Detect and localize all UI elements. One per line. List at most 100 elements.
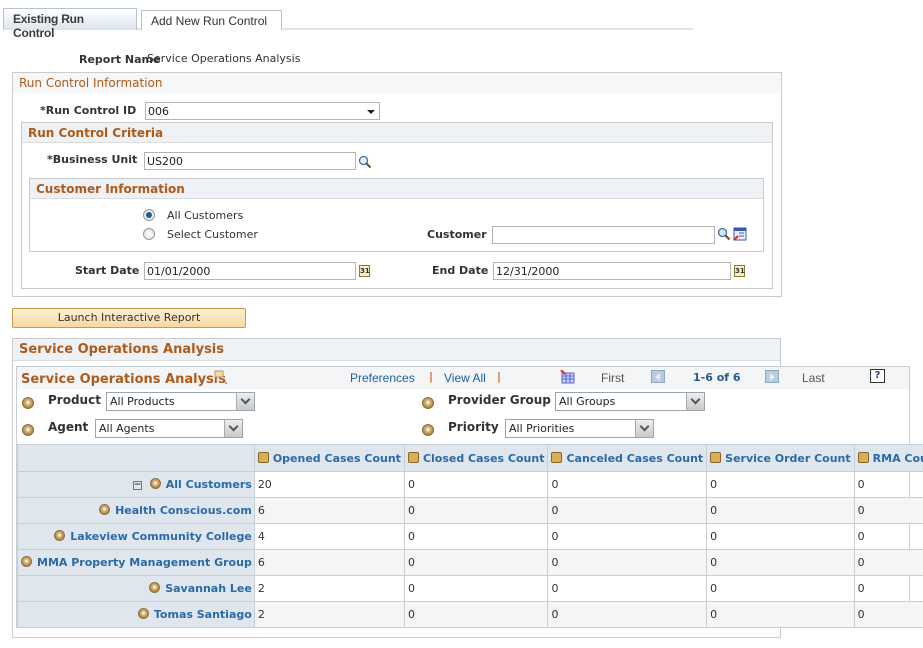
- cell: 0: [706, 471, 855, 498]
- column-header[interactable]: RMA Count: [853, 444, 923, 472]
- start-date-input[interactable]: 01/01/2000: [144, 262, 356, 280]
- tab-existing-run-control[interactable]: Existing Run Control: [3, 8, 137, 40]
- calendar-icon[interactable]: 31: [359, 265, 370, 277]
- row-link[interactable]: MMA Property Management Group: [37, 556, 252, 569]
- select-customer-radio[interactable]: [143, 228, 155, 240]
- grid-header-row: Opened Cases Count Closed Cases Count Ca…: [17, 444, 923, 472]
- search-icon[interactable]: [717, 227, 731, 241]
- arrow-left-icon: [655, 373, 660, 381]
- tab-bar: Existing Run Control Add New Run Control: [3, 8, 693, 40]
- table-row: MMA Property Management Group 6 0 0 0 0: [17, 549, 923, 576]
- all-customers-radio[interactable]: [143, 209, 155, 221]
- end-date-input[interactable]: 12/31/2000: [493, 262, 731, 280]
- chevron-down-icon: [635, 420, 653, 437]
- collapse-icon[interactable]: −: [132, 481, 142, 490]
- row-link[interactable]: Savannah Lee: [165, 582, 252, 595]
- row-link[interactable]: Tomas Santiago: [154, 608, 252, 621]
- run-control-id-select[interactable]: 006: [145, 102, 380, 120]
- cell: 0: [706, 575, 855, 602]
- cell: 0: [403, 497, 549, 524]
- customer-label: Customer: [427, 228, 487, 241]
- cell: 2: [253, 601, 405, 628]
- row-header: − All Customers: [17, 471, 255, 498]
- previous-button[interactable]: [651, 370, 665, 383]
- dimension-icon[interactable]: [22, 424, 34, 436]
- cell: 0: [547, 601, 708, 628]
- row-link[interactable]: Lakeview Community College: [70, 530, 252, 543]
- cell: 0: [853, 497, 923, 524]
- customer-input[interactable]: [492, 226, 715, 244]
- dimension-icon[interactable]: [149, 582, 161, 593]
- dimension-icon[interactable]: [422, 397, 434, 409]
- cell: 0: [853, 575, 923, 602]
- cell: 0: [547, 575, 708, 602]
- dimension-icon[interactable]: [422, 424, 434, 436]
- row-header: Tomas Santiago: [17, 601, 255, 628]
- cell: 0: [547, 471, 708, 498]
- priority-filter-label: Priority: [448, 420, 499, 434]
- chevron-down-icon: [367, 110, 375, 114]
- cell: 0: [547, 497, 708, 524]
- service-operations-analysis-section-title: Service Operations Analysis: [13, 339, 780, 361]
- calendar-icon[interactable]: 31: [734, 265, 745, 277]
- agent-filter-select[interactable]: All Agents: [95, 419, 243, 438]
- search-icon[interactable]: [358, 155, 372, 169]
- business-unit-input[interactable]: US200: [144, 152, 356, 170]
- cell: 0: [403, 575, 549, 602]
- dimension-icon[interactable]: [22, 397, 34, 409]
- start-date-value: 01/01/2000: [147, 265, 211, 278]
- table-row: Health Conscious.com 6 0 0 0 0: [17, 497, 923, 524]
- column-header[interactable]: Opened Cases Count: [253, 444, 405, 472]
- first-link[interactable]: First: [601, 371, 624, 385]
- analysis-grid: Opened Cases Count Closed Cases Count Ca…: [17, 444, 923, 628]
- pivot-options-icon[interactable]: [213, 370, 227, 384]
- dimension-icon[interactable]: [137, 608, 149, 619]
- all-customers-label: All Customers: [167, 209, 244, 222]
- customer-information-title: Customer Information: [30, 179, 763, 199]
- tab-add-new-run-control[interactable]: Add New Run Control: [141, 10, 282, 30]
- dimension-icon[interactable]: [99, 504, 111, 515]
- chevron-down-icon: [224, 420, 242, 437]
- product-filter-label: Product: [48, 393, 101, 407]
- cell: 0: [853, 471, 923, 498]
- row-link[interactable]: Health Conscious.com: [115, 504, 252, 517]
- launch-interactive-report-button[interactable]: Launch Interactive Report: [12, 308, 246, 328]
- end-date-label: End Date: [432, 264, 489, 277]
- provider-group-filter-value: All Groups: [559, 395, 616, 408]
- cell: 0: [403, 549, 549, 576]
- measure-icon: [257, 451, 269, 463]
- column-header[interactable]: Closed Cases Count: [403, 444, 549, 472]
- dimension-icon[interactable]: [21, 556, 32, 567]
- row-link[interactable]: All Customers: [166, 478, 252, 491]
- select-customer-label: Select Customer: [167, 228, 258, 241]
- cell: 0: [706, 601, 855, 628]
- chevron-down-icon: [236, 393, 254, 410]
- measure-icon: [407, 451, 419, 463]
- report-name-value: Service Operations Analysis: [147, 52, 301, 65]
- run-control-criteria-title: Run Control Criteria: [22, 123, 772, 143]
- last-link[interactable]: Last: [802, 371, 825, 385]
- detail-view-icon[interactable]: [733, 227, 747, 241]
- measure-icon: [551, 451, 563, 463]
- download-to-excel-icon[interactable]: [560, 370, 576, 384]
- run-control-id-value: 006: [148, 105, 169, 118]
- product-filter-value: All Products: [110, 395, 175, 408]
- priority-filter-value: All Priorities: [509, 422, 575, 435]
- column-header[interactable]: Service Order Count: [706, 444, 855, 472]
- provider-group-filter-select[interactable]: All Groups: [555, 392, 705, 411]
- cell: 0: [706, 549, 855, 576]
- cell: 0: [853, 549, 923, 576]
- column-header[interactable]: Canceled Cases Count: [547, 444, 708, 472]
- help-icon[interactable]: ?: [870, 369, 885, 383]
- view-all-link[interactable]: View All: [444, 371, 486, 385]
- preferences-link[interactable]: Preferences: [350, 371, 415, 385]
- next-button[interactable]: [765, 370, 779, 383]
- dimension-icon[interactable]: [54, 530, 66, 541]
- row-header: MMA Property Management Group: [17, 549, 255, 576]
- dimension-icon[interactable]: [149, 478, 161, 489]
- table-row: Lakeview Community College 4 0 0 0 0: [17, 523, 923, 550]
- priority-filter-select[interactable]: All Priorities: [505, 419, 654, 438]
- table-row: Tomas Santiago 2 0 0 0 0: [17, 601, 923, 628]
- product-filter-select[interactable]: All Products: [106, 392, 255, 411]
- grid-corner: [17, 444, 255, 472]
